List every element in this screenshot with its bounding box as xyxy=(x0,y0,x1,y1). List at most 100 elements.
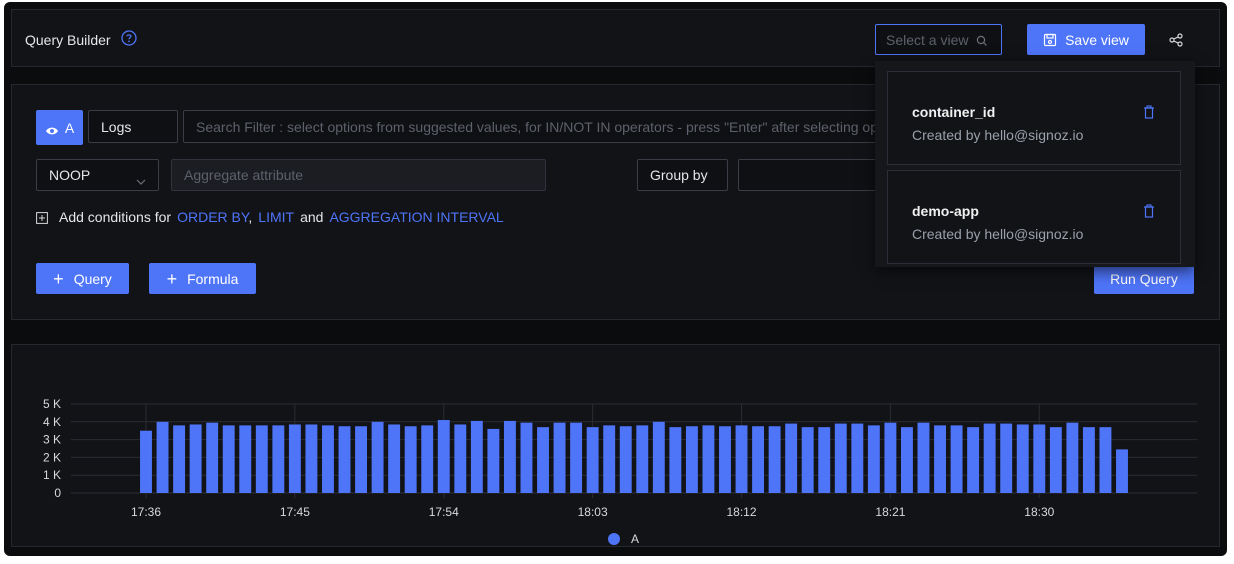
group-by-label: Group by xyxy=(650,167,708,183)
chart-bar xyxy=(917,422,930,493)
saved-view-creator: Created by hello@signoz.io xyxy=(912,127,1084,143)
x-tick-label: 18:12 xyxy=(727,505,757,519)
and-text: and xyxy=(300,209,324,225)
legend-marker xyxy=(608,533,620,545)
chart-bar xyxy=(603,425,616,493)
plus-icon: + xyxy=(53,268,64,289)
order-by-link[interactable]: ORDER BY xyxy=(177,209,248,225)
chart-bar xyxy=(553,422,566,493)
select-view-placeholder: Select a view xyxy=(886,31,969,48)
chart-bar xyxy=(454,424,467,493)
aggregate-operator-select[interactable]: NOOP xyxy=(36,159,159,191)
chart-bar xyxy=(983,423,996,493)
delete-icon[interactable] xyxy=(1142,105,1156,119)
add-formula-label: Formula xyxy=(187,270,239,287)
query-name-label: A xyxy=(64,119,75,136)
chart-bar xyxy=(222,425,235,493)
aggregate-attribute-input[interactable]: Aggregate attribute xyxy=(171,159,546,191)
chart-bar xyxy=(1082,427,1095,493)
save-icon xyxy=(1043,33,1057,47)
x-tick-label: 17:54 xyxy=(429,505,459,519)
saved-view-name: container_id xyxy=(912,104,996,120)
chart-bar xyxy=(1116,449,1128,493)
y-tick-label: 2 K xyxy=(43,450,61,464)
chart-bar xyxy=(255,425,268,493)
chart-bar xyxy=(768,426,781,493)
limit-link[interactable]: LIMIT xyxy=(258,209,294,225)
chart-bar xyxy=(140,430,152,493)
y-tick-label: 3 K xyxy=(43,433,61,447)
add-query-label: Query xyxy=(73,270,112,287)
page-title: Query Builder xyxy=(25,32,111,48)
chart-bar xyxy=(851,423,864,493)
chart-bar xyxy=(752,426,765,493)
saved-view-item[interactable]: demo-app Created by hello@signoz.io xyxy=(887,170,1181,264)
data-source-select[interactable]: Logs xyxy=(88,110,178,143)
y-tick-label: 1 K xyxy=(43,468,61,482)
search-filter-input[interactable]: Search Filter : select options from sugg… xyxy=(183,110,883,143)
saved-view-name: demo-app xyxy=(912,203,979,219)
query-visibility-toggle[interactable]: A xyxy=(36,110,83,145)
x-tick-label: 18:30 xyxy=(1024,505,1054,519)
aggregate-operator-value: NOOP xyxy=(49,167,91,183)
chart-bar xyxy=(669,427,682,493)
chart-bar xyxy=(785,423,798,493)
chart-bar xyxy=(1049,427,1062,493)
chart-bar xyxy=(388,424,401,493)
chart-bar xyxy=(322,425,334,493)
plus-icon: + xyxy=(166,268,178,289)
chart-bar xyxy=(1033,424,1046,493)
plus-square-icon xyxy=(36,211,48,224)
add-conditions-prefix: Add conditions for xyxy=(59,209,172,225)
question-circle-icon[interactable] xyxy=(121,30,137,46)
save-view-label: Save view xyxy=(1065,31,1129,48)
saved-views-dropdown: container_id Created by hello@signoz.io … xyxy=(875,61,1195,267)
chart-bar xyxy=(801,427,814,493)
x-tick-label: 18:03 xyxy=(578,505,608,519)
group-by-input[interactable] xyxy=(738,159,898,191)
chart-bar xyxy=(900,427,913,493)
save-view-button[interactable]: Save view xyxy=(1027,24,1145,55)
chart-panel: 0 1 K 2 K 3 K 4 K 5 K 17:36 17:45 17:54 18:03 18:1… xyxy=(11,344,1220,547)
chart-bar xyxy=(619,426,632,493)
chart-bar xyxy=(884,422,897,493)
chevron-down-icon xyxy=(136,172,146,185)
run-query-button[interactable]: Run Query xyxy=(1094,263,1194,294)
run-query-label: Run Query xyxy=(1110,270,1178,287)
chart-bar xyxy=(1099,427,1112,493)
chart-bar xyxy=(1000,423,1013,493)
search-filter-placeholder: Search Filter : select options from sugg… xyxy=(196,118,883,135)
share-icon[interactable] xyxy=(1169,33,1183,47)
delete-icon[interactable] xyxy=(1142,204,1156,218)
chart-bar xyxy=(586,427,599,493)
chart-bar xyxy=(867,425,880,493)
chart-bar xyxy=(421,425,434,493)
header-bar: Query Builder Select a view Save view xyxy=(11,9,1220,67)
chart-bar xyxy=(487,428,500,493)
chart-bar xyxy=(503,420,516,493)
chart-bar xyxy=(156,421,169,493)
chart-bar xyxy=(470,420,483,493)
aggregation-interval-link[interactable]: AGGREGATION INTERVAL xyxy=(329,209,503,225)
eye-icon xyxy=(45,123,59,134)
data-source-value: Logs xyxy=(101,118,132,135)
chart-bar xyxy=(305,424,318,493)
chart-bar xyxy=(702,425,715,493)
chart-bar xyxy=(173,425,186,493)
chart-bar xyxy=(967,427,980,493)
saved-view-item[interactable]: container_id Created by hello@signoz.io xyxy=(887,71,1181,165)
chart-bar xyxy=(818,427,831,493)
chart-bar xyxy=(636,425,649,493)
add-conditions-row[interactable]: Add conditions for ORDER BY, LIMIT and A… xyxy=(36,209,504,225)
add-query-button[interactable]: + Query xyxy=(36,263,129,294)
y-tick-label: 0 xyxy=(54,486,61,500)
chart-bar xyxy=(537,427,549,493)
chart-bar xyxy=(272,425,285,493)
add-formula-button[interactable]: + Formula xyxy=(149,263,256,294)
select-view-input[interactable]: Select a view xyxy=(875,24,1002,55)
chart-bar xyxy=(206,422,219,493)
chart-bar xyxy=(934,425,946,493)
group-by-label-box: Group by xyxy=(637,159,728,191)
chart-bar xyxy=(834,423,847,493)
x-tick-label: 17:36 xyxy=(131,505,161,519)
